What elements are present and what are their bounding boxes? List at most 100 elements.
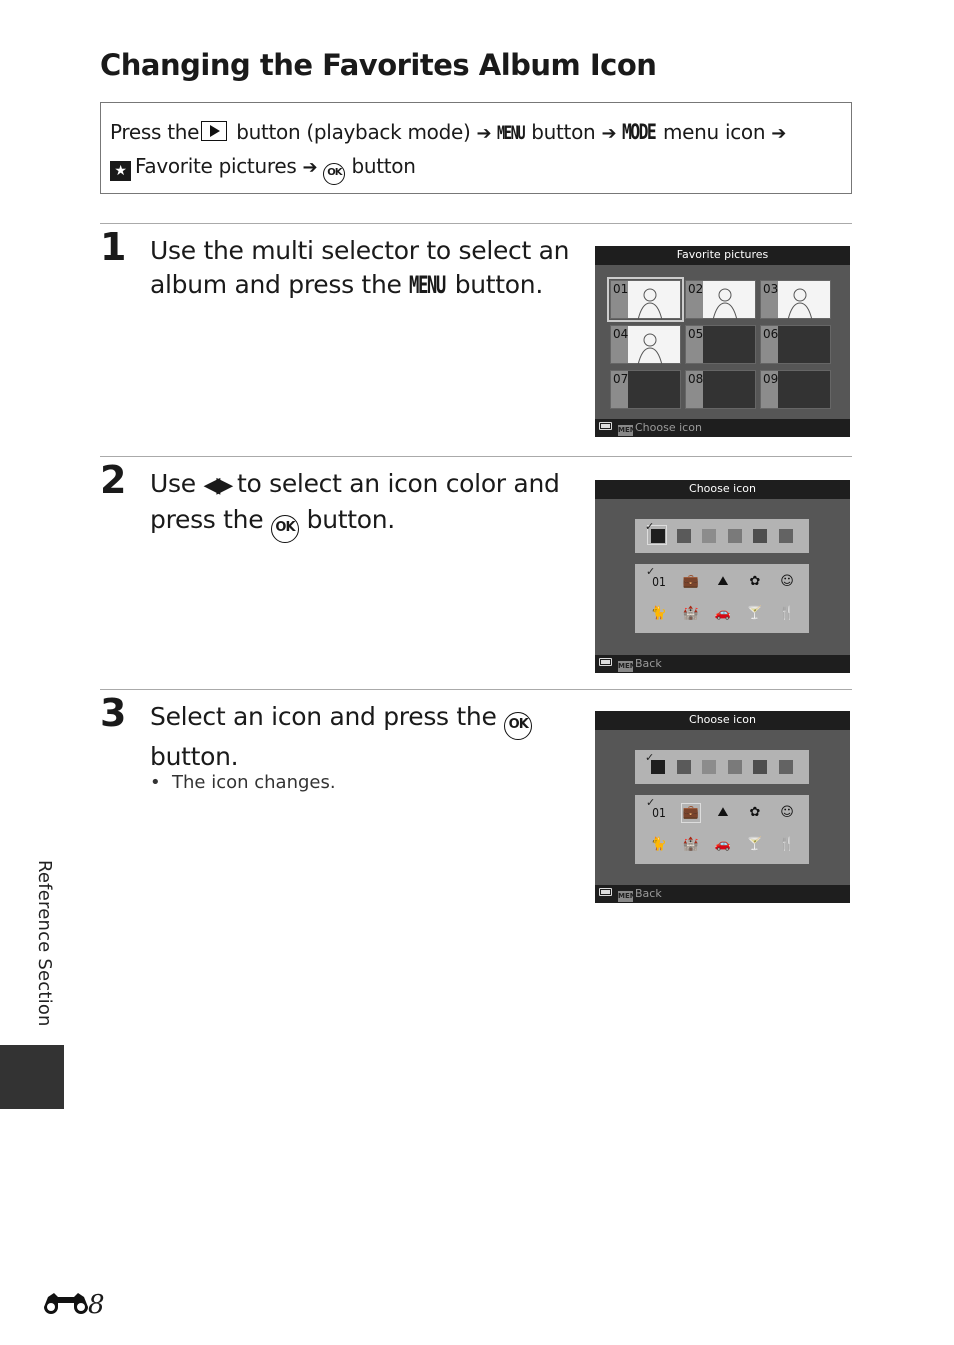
flower-icon[interactable]: ✿ <box>745 572 765 592</box>
checkmark-icon: ✓ <box>646 565 656 578</box>
page-number: 8 <box>44 1290 105 1320</box>
battery-icon <box>599 658 612 666</box>
procedure-text: Favorite pictures <box>135 154 297 178</box>
screen-header: Choose icon <box>595 480 850 499</box>
album-cell[interactable]: 05 <box>685 325 756 364</box>
step-text-part: Select an icon and press the <box>150 702 497 731</box>
menu-button-glyph: MENU <box>497 122 526 144</box>
procedure-text: button <box>531 120 596 144</box>
color-swatch[interactable] <box>727 760 742 774</box>
album-cell[interactable]: 08 <box>685 370 756 409</box>
arrow-icon: ➔ <box>302 157 318 178</box>
divider <box>100 223 852 224</box>
color-swatch[interactable] <box>753 760 767 774</box>
color-swatch[interactable] <box>778 529 793 543</box>
album-cell[interactable]: 09 <box>760 370 831 409</box>
color-swatch[interactable] <box>753 529 767 543</box>
favorite-pictures-icon: ★ <box>110 161 131 181</box>
divider <box>100 456 852 457</box>
battery-icon <box>599 422 612 430</box>
pet-icon[interactable]: 🐈 <box>649 604 669 624</box>
binoculars-icon <box>44 1293 88 1314</box>
ok-button-icon: OK <box>504 712 533 740</box>
album-number: 08 <box>686 371 703 408</box>
suitcase-icon[interactable]: 💼 <box>681 572 701 592</box>
building-icon[interactable]: 🏰 <box>681 835 701 855</box>
playback-button-icon <box>201 121 228 141</box>
suitcase-icon[interactable]: 💼 <box>681 803 701 823</box>
footer-label: Back <box>635 887 662 900</box>
mountain-icon[interactable]: ⛰ <box>713 803 733 823</box>
utensils-icon[interactable]: 🍴 <box>777 604 797 624</box>
arrow-icon: ➔ <box>771 123 787 144</box>
step-text: Select an icon and press the OK button. <box>150 700 570 774</box>
step-number: 3 <box>100 691 127 735</box>
mountain-icon[interactable]: ⛰ <box>713 572 733 592</box>
screen-footer: MENUChoose icon <box>595 419 850 437</box>
bullet-dot: • <box>150 772 161 793</box>
icon-panel: 01 ✓ 💼 ⛰ ✿ ☺ 🐈 🏰 🚗 🍸 🍴 <box>635 564 809 633</box>
ok-button-icon: OK <box>270 515 299 543</box>
step-number: 2 <box>100 458 127 502</box>
procedure-press-the: Press the <box>110 120 200 144</box>
footer-label: Choose icon <box>635 421 702 434</box>
album-number: 05 <box>686 326 703 363</box>
mode-menu-glyph: MODE <box>622 120 657 144</box>
menu-mini-icon: MENU <box>618 661 642 672</box>
color-swatch[interactable] <box>702 529 716 543</box>
checkmark-icon: ✓ <box>645 751 655 764</box>
utensils-icon[interactable]: 🍴 <box>777 835 797 855</box>
section-side-label: Reference Section <box>34 860 55 1027</box>
step-text: Use the multi selector to select an albu… <box>150 234 570 302</box>
step-text: Use ◀▶ to select an icon color and press… <box>150 467 570 543</box>
page-title: Changing the Favorites Album Icon <box>100 48 657 82</box>
camera-screen-choose-icon-select: Choose icon ✓ 01 ✓ 💼 ⛰ ✿ ☺ 🐈 🏰 🚗 🍸 🍴 MENUBack <box>595 711 850 903</box>
color-swatch[interactable] <box>676 529 691 543</box>
screen-header: Favorite pictures <box>595 246 850 265</box>
cocktail-icon[interactable]: 🍸 <box>745 604 765 624</box>
procedure-box: Press the button (playback mode) ➔ MENU … <box>100 102 852 194</box>
color-swatch[interactable] <box>702 760 716 774</box>
album-number: 07 <box>611 371 628 408</box>
pet-icon[interactable]: 🐈 <box>649 835 669 855</box>
album-number: 09 <box>761 371 778 408</box>
album-cell[interactable]: 01 <box>607 277 684 322</box>
child-icon[interactable]: ☺ <box>777 572 797 592</box>
step-text-part: button. <box>454 270 544 299</box>
color-swatch-bar: ✓ <box>635 750 809 784</box>
divider <box>100 689 852 690</box>
camera-screen-favorites: Favorite pictures 01 02 03 04 05 06 07 08 09 MEN… <box>595 246 850 437</box>
menu-button-glyph: MENU <box>409 271 446 299</box>
car-icon[interactable]: 🚗 <box>713 835 733 855</box>
child-icon[interactable]: ☺ <box>777 803 797 823</box>
left-right-arrows-icon: ◀▶ <box>203 473 233 498</box>
car-icon[interactable]: 🚗 <box>713 604 733 624</box>
album-cell[interactable]: 04 <box>610 325 681 366</box>
flower-icon[interactable]: ✿ <box>745 803 765 823</box>
album-cell[interactable]: 07 <box>610 370 681 409</box>
bullet-text: The icon changes. <box>172 772 336 793</box>
album-cell[interactable]: 03 <box>760 280 831 321</box>
screen-footer: MENUBack <box>595 885 850 903</box>
cocktail-icon[interactable]: 🍸 <box>745 835 765 855</box>
album-number: 01 <box>611 281 628 318</box>
color-swatch-bar: ✓ <box>635 519 809 553</box>
building-icon[interactable]: 🏰 <box>681 604 701 624</box>
section-tab <box>0 1045 64 1109</box>
album-number: 02 <box>686 281 703 318</box>
menu-mini-icon: MENU <box>618 891 642 902</box>
album-thumbnail <box>628 281 680 321</box>
step-text-part: button. <box>150 742 239 771</box>
icon-panel: 01 ✓ 💼 ⛰ ✿ ☺ 🐈 🏰 🚗 🍸 🍴 <box>635 795 809 864</box>
album-cell[interactable]: 02 <box>685 280 756 321</box>
camera-screen-choose-icon-color: Choose icon ✓ 01 ✓ 💼 ⛰ ✿ ☺ 🐈 🏰 🚗 🍸 🍴 MENUBack <box>595 480 850 673</box>
color-swatch[interactable] <box>676 760 691 774</box>
album-thumbnail <box>628 326 680 366</box>
color-swatch[interactable] <box>727 529 742 543</box>
step-number: 1 <box>100 225 127 269</box>
arrow-icon: ➔ <box>601 123 617 144</box>
ok-button-icon: OK <box>323 163 346 185</box>
color-swatch[interactable] <box>778 760 793 774</box>
album-thumbnail <box>703 281 755 321</box>
album-cell[interactable]: 06 <box>760 325 831 364</box>
